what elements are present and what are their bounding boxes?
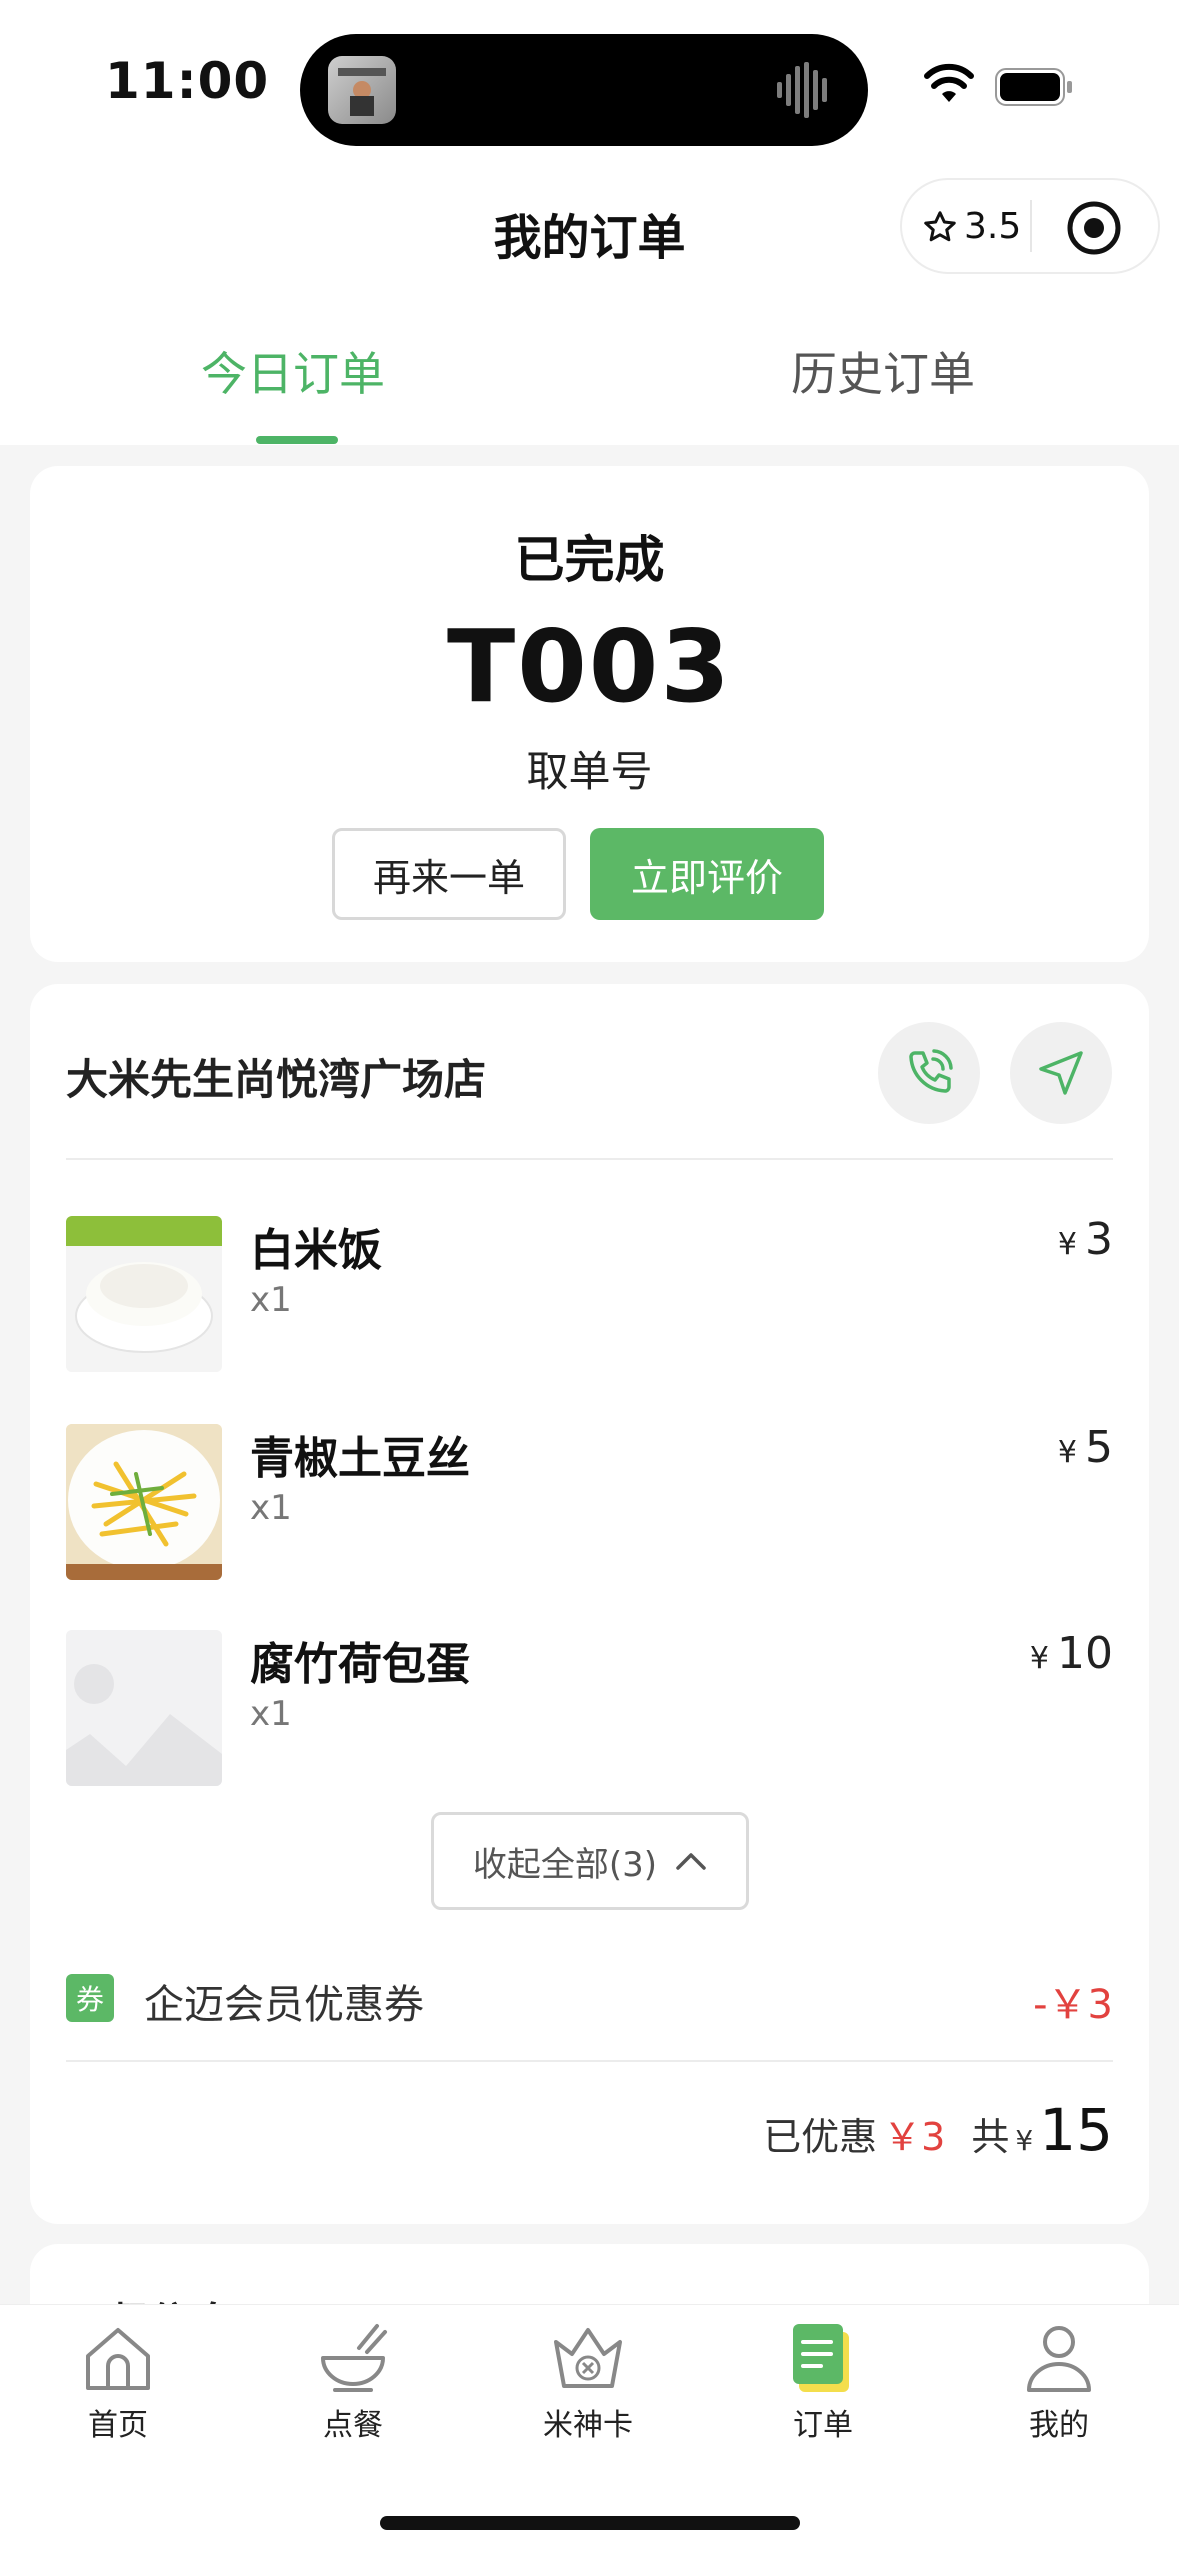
collapse-label: 收起全部(3) <box>472 1844 658 1885</box>
order-status: 已完成 <box>514 531 665 589</box>
pickup-code: T003 <box>447 608 732 725</box>
navigation-arrow-icon <box>1039 1051 1083 1095</box>
home-indicator[interactable] <box>380 2516 800 2530</box>
order-icon <box>793 2324 849 2392</box>
tab-history-orders[interactable]: 历史订单 <box>683 338 1083 404</box>
now-playing-app-icon[interactable] <box>328 56 396 124</box>
rating-value: 3.5 <box>964 206 1022 247</box>
order-total: 已优惠 ￥3 共 ¥ 15 <box>763 2096 1113 2164</box>
item-quantity: x1 <box>250 1280 292 1320</box>
tabbar-item-profile[interactable]: 我的 <box>979 2320 1139 2444</box>
store-name: 大米先生尚悦湾广场店 <box>66 1055 487 1104</box>
bowl-icon <box>321 2324 387 2392</box>
coupon-divider <box>66 2060 1113 2062</box>
coupon-label: 企迈会员优惠券 <box>144 1982 424 2028</box>
review-button[interactable]: 立即评价 <box>590 828 824 920</box>
home-icon <box>86 2328 150 2390</box>
item-price: ¥5 <box>1057 1422 1113 1473</box>
active-tab-indicator <box>256 436 338 444</box>
item-price: ¥10 <box>1029 1628 1113 1679</box>
coupon-amount: -￥3 <box>1033 1982 1113 2028</box>
total-currency: ¥ <box>1015 2124 1034 2157</box>
tabbar-label: 米神卡 <box>543 2408 633 2443</box>
tabbar-label: 点餐 <box>323 2408 383 2443</box>
item-name: 腐竹荷包蛋 <box>250 1639 470 1690</box>
audio-waveform-icon <box>777 62 827 118</box>
wifi-icon <box>924 63 974 102</box>
placeholder-image <box>66 1630 222 1786</box>
crown-icon <box>554 2328 622 2388</box>
tabbar-label: 首页 <box>88 2408 148 2443</box>
tabbar-item-rice-card[interactable]: 米神卡 <box>508 2320 668 2444</box>
item-quantity: x1 <box>250 1488 292 1528</box>
tabbar-item-orders[interactable]: 订单 <box>743 2320 903 2444</box>
rating-button[interactable]: 3.5 <box>922 206 1021 247</box>
navigate-store-button[interactable] <box>1010 1022 1112 1124</box>
total-value: 15 <box>1039 2096 1113 2164</box>
coupon-badge-icon: 券 <box>66 1974 114 2022</box>
discount-value: ￥3 <box>883 2115 946 2159</box>
tabbar-item-home[interactable]: 首页 <box>38 2320 198 2444</box>
store-divider <box>66 1158 1113 1160</box>
tabbar-label: 订单 <box>793 2408 853 2443</box>
chevron-up-icon <box>676 1853 706 1870</box>
capsule-divider <box>1030 200 1032 252</box>
reorder-button[interactable]: 再来一单 <box>332 828 566 920</box>
close-target-icon[interactable] <box>1066 200 1122 256</box>
item-price: ¥3 <box>1057 1214 1113 1265</box>
tabbar-label: 我的 <box>1029 2408 1089 2443</box>
item-name: 青椒土豆丝 <box>250 1433 470 1484</box>
phone-icon <box>909 1049 953 1093</box>
status-time: 11:00 <box>105 52 270 110</box>
discount-label: 已优惠 <box>763 2115 878 2159</box>
battery-icon <box>995 68 1072 106</box>
item-quantity: x1 <box>250 1694 292 1734</box>
call-store-button[interactable] <box>878 1022 980 1124</box>
star-icon <box>924 210 956 241</box>
rice-image <box>66 1216 222 1372</box>
order-detail-card <box>30 984 1149 2224</box>
tab-today-orders[interactable]: 今日订单 <box>93 338 493 404</box>
user-icon <box>1027 2326 1091 2392</box>
collapse-items-button[interactable]: 收起全部(3) <box>431 1812 749 1910</box>
pickup-code-label: 取单号 <box>526 747 653 796</box>
item-name: 白米饭 <box>250 1225 382 1276</box>
total-label: 共 <box>971 2115 1010 2159</box>
tabbar-item-order-food[interactable]: 点餐 <box>273 2320 433 2444</box>
potato-image <box>66 1424 222 1580</box>
